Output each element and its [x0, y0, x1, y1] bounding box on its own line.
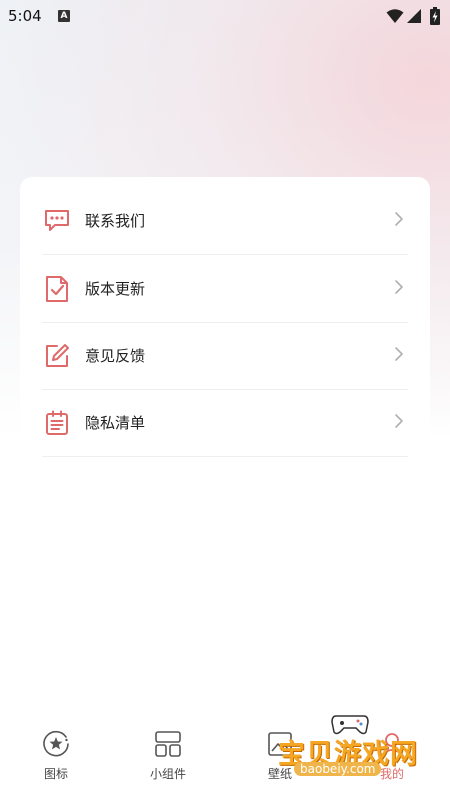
chevron-right-icon	[395, 414, 403, 428]
tab-profile[interactable]: 我的	[352, 718, 432, 800]
notification-a-icon: A	[58, 10, 70, 22]
bottom-tab-bar: 图标 小组件 壁纸 我的	[0, 718, 450, 800]
tab-wallpaper[interactable]: 壁纸	[240, 718, 320, 800]
menu-item-version-update[interactable]: 版本更新	[42, 255, 408, 323]
list-icon	[43, 409, 71, 437]
wifi-icon	[386, 9, 404, 23]
tab-icons[interactable]: 图标	[16, 718, 96, 800]
menu-item-contact-us[interactable]: 联系我们	[42, 187, 408, 255]
menu-item-label: 联系我们	[85, 212, 146, 230]
star-circle-icon	[43, 730, 69, 757]
edit-icon	[43, 342, 71, 370]
chevron-right-icon	[395, 347, 403, 361]
tab-label: 图标	[43, 767, 68, 781]
tab-label: 我的	[379, 767, 404, 781]
menu-item-label: 隐私清单	[85, 414, 146, 432]
menu-item-feedback[interactable]: 意见反馈	[42, 322, 408, 390]
widget-grid-icon	[155, 731, 181, 757]
menu-item-privacy-list[interactable]: 隐私清单	[42, 389, 408, 457]
menu-card: 联系我们 版本更新 意见反馈 隐私清单	[20, 177, 430, 467]
tab-label: 壁纸	[267, 767, 292, 781]
status-bar: 5:04 A	[0, 0, 450, 32]
signal-icon	[407, 9, 421, 23]
battery-charging-icon	[430, 7, 440, 25]
chevron-right-icon	[395, 212, 403, 226]
chat-bubble-icon	[43, 207, 71, 235]
chevron-right-icon	[395, 280, 403, 294]
document-check-icon	[43, 275, 71, 303]
profile-icon	[380, 733, 404, 757]
status-time: 5:04	[8, 7, 42, 25]
menu-item-label: 版本更新	[85, 280, 146, 298]
menu-item-label: 意见反馈	[85, 347, 146, 365]
tab-label: 小组件	[149, 767, 186, 781]
tab-widgets[interactable]: 小组件	[128, 718, 208, 800]
wallpaper-icon	[268, 732, 292, 756]
